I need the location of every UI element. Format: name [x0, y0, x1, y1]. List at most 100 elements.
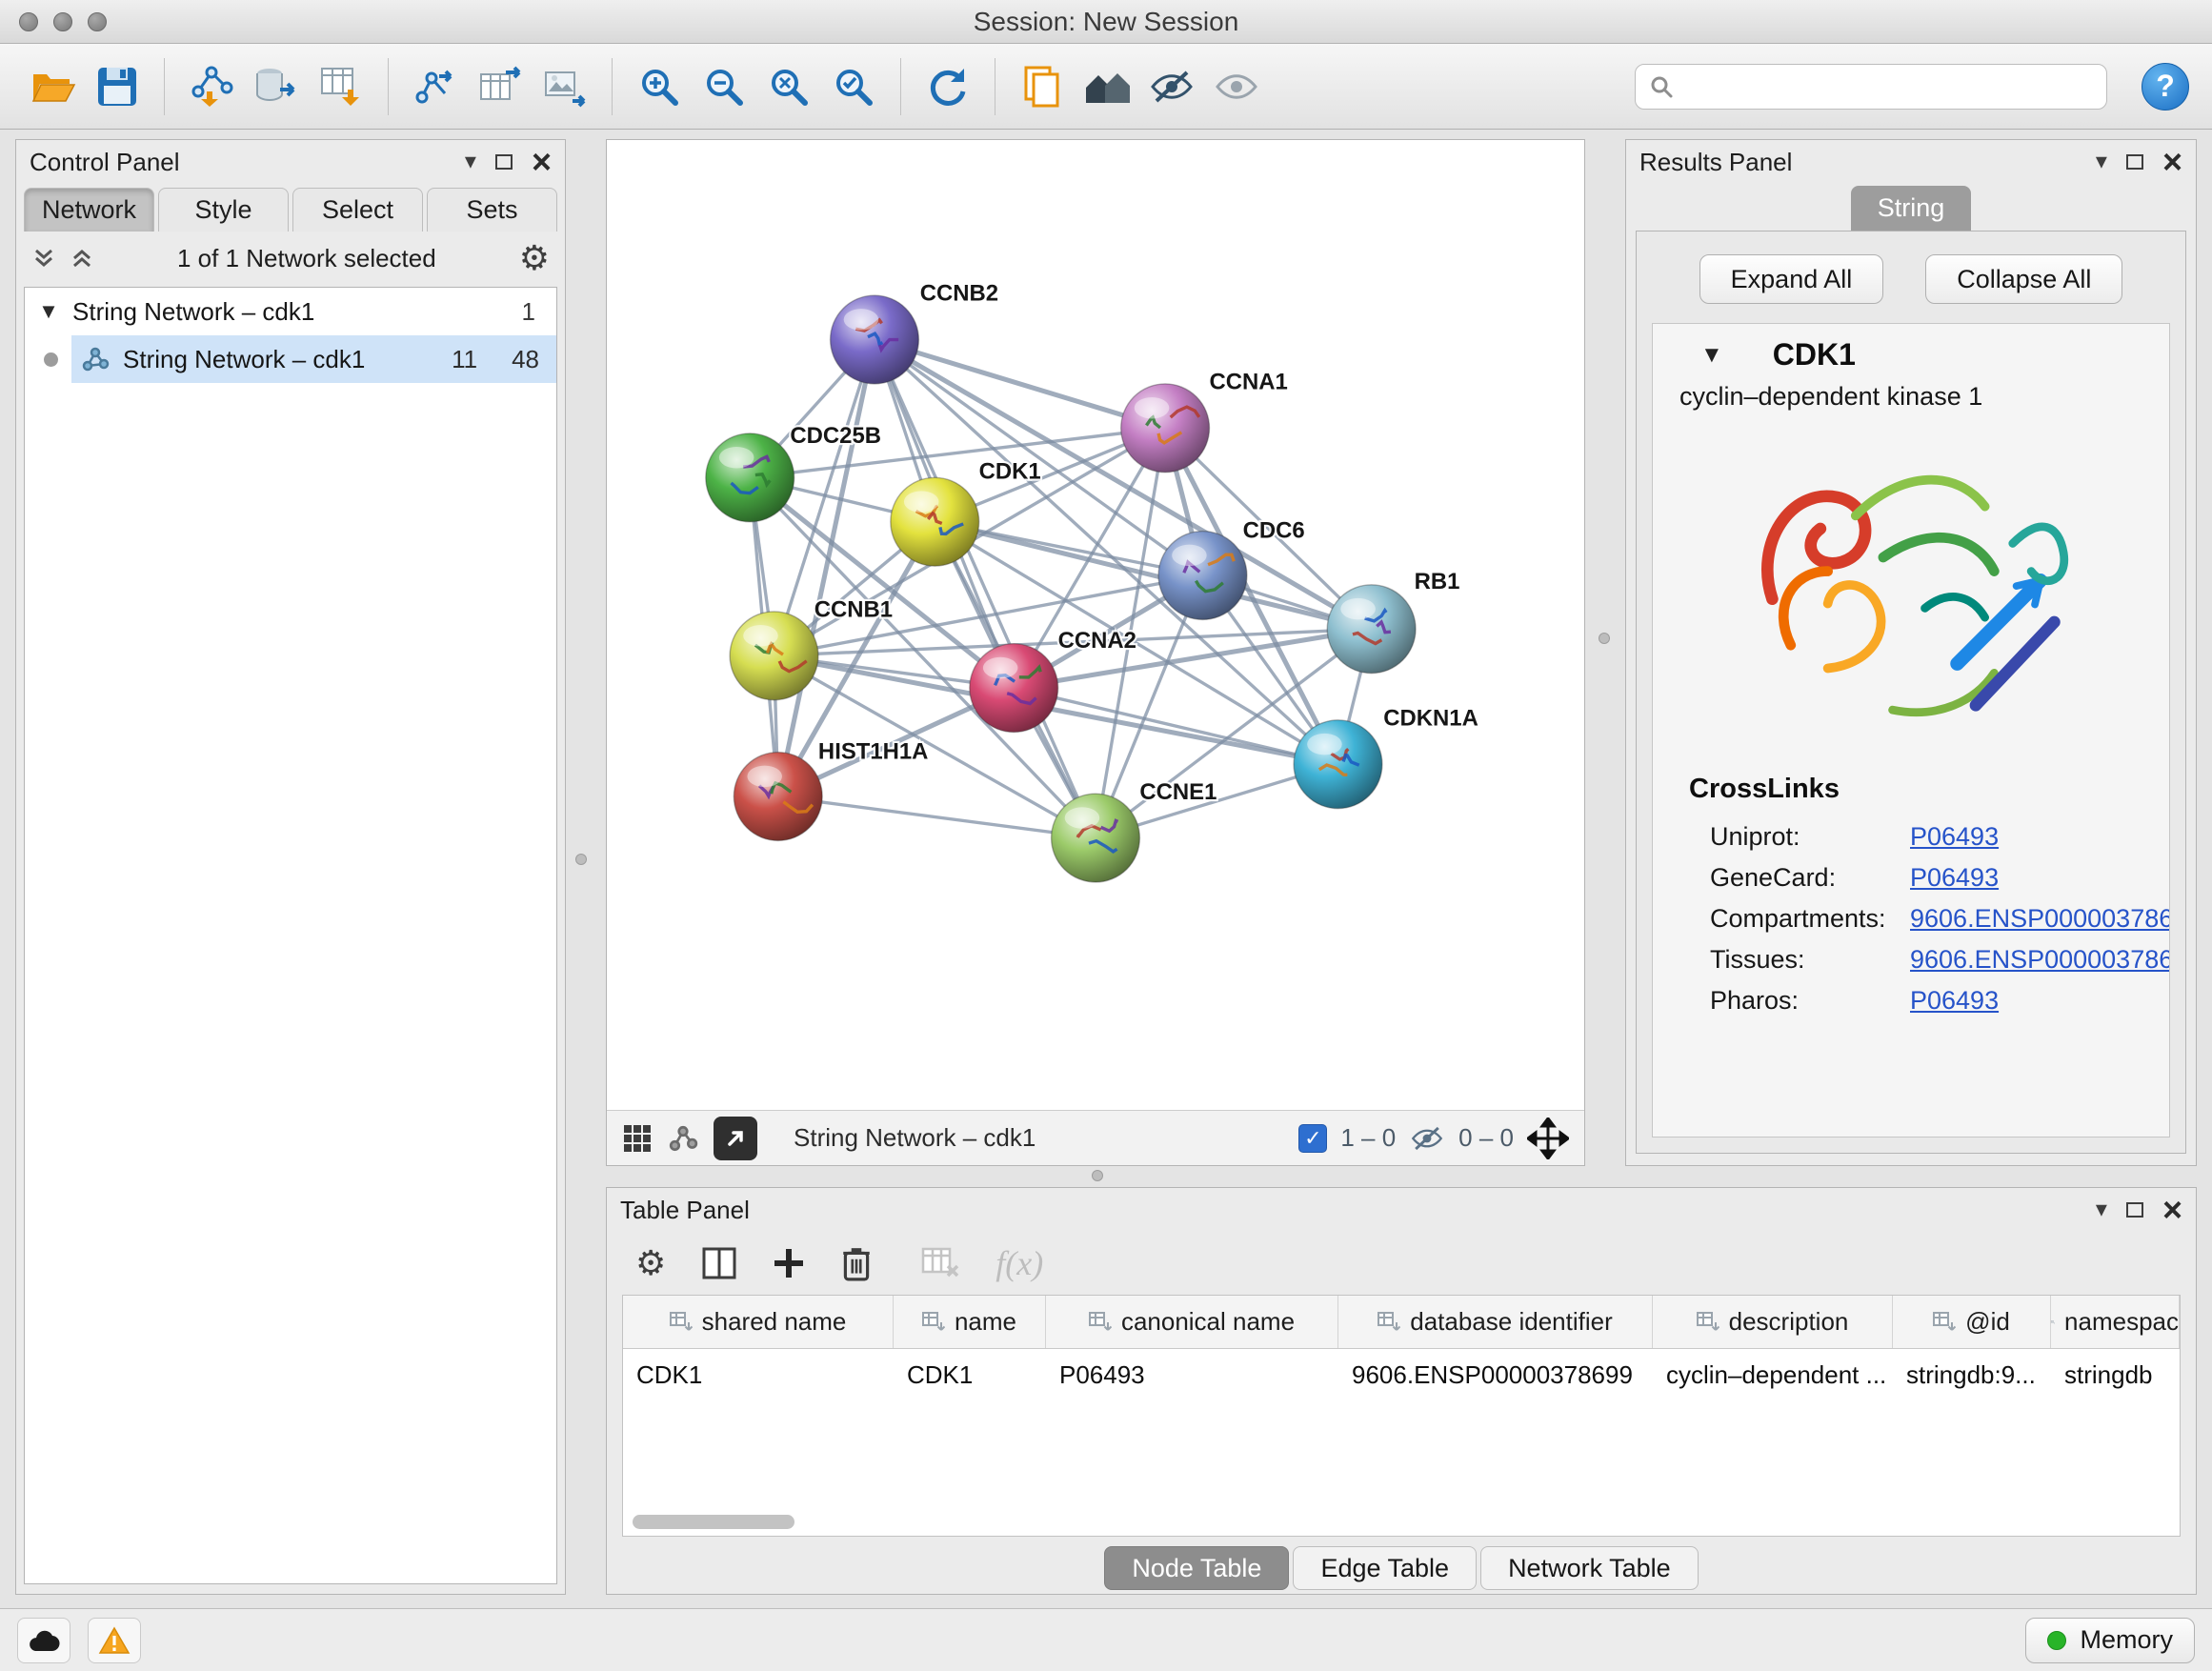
network-node-CCNA1[interactable]: CCNA1 — [1121, 370, 1288, 473]
cell-shared-name[interactable]: CDK1 — [623, 1349, 894, 1400]
panel-float-icon[interactable] — [2126, 154, 2143, 170]
crosslink-tissues-link[interactable]: 9606.ENSP00000378699 — [1910, 945, 2170, 975]
home-icon — [1082, 67, 1132, 107]
export-network-button[interactable] — [406, 55, 465, 118]
pan-crosshair-icon[interactable] — [1527, 1117, 1569, 1159]
column-header[interactable]: database identifier — [1338, 1296, 1653, 1348]
export-image-button[interactable] — [535, 55, 594, 118]
crosslink-pharos-link[interactable]: P06493 — [1910, 986, 1999, 1016]
import-table-button[interactable] — [312, 55, 371, 118]
panel-float-icon[interactable] — [2126, 1202, 2143, 1218]
cell-namespace[interactable]: stringdb — [2051, 1349, 2180, 1400]
splitter-handle[interactable] — [1092, 1170, 1103, 1181]
memory-button[interactable]: Memory — [2025, 1618, 2195, 1663]
cell-id[interactable]: stringdb:9... — [1893, 1349, 2051, 1400]
expand-all-icon[interactable] — [70, 246, 94, 271]
share-network-icon[interactable] — [668, 1123, 698, 1154]
collapse-caret-icon[interactable]: ▼ — [1700, 342, 1723, 369]
apply-layout-button[interactable] — [918, 55, 977, 118]
cell-canonical-name[interactable]: P06493 — [1046, 1349, 1338, 1400]
network-node-CDC6[interactable]: CDC6 — [1158, 518, 1305, 620]
tab-string[interactable]: String — [1851, 186, 1972, 231]
hidden-eye-icon[interactable] — [1409, 1125, 1445, 1152]
tab-node-table[interactable]: Node Table — [1104, 1546, 1289, 1590]
cloud-button[interactable] — [17, 1618, 70, 1663]
zoom-fit-button[interactable] — [759, 55, 818, 118]
save-session-button[interactable] — [88, 55, 147, 118]
column-sort-icon — [922, 1312, 945, 1333]
horizontal-scrollbar[interactable] — [633, 1515, 794, 1529]
collapse-caret-icon[interactable]: ▼ — [25, 299, 72, 324]
home-button[interactable] — [1077, 55, 1136, 118]
crosslink-genecard-link[interactable]: P06493 — [1910, 863, 1999, 893]
column-header[interactable]: canonical name — [1046, 1296, 1338, 1348]
zoom-out-button[interactable] — [694, 55, 754, 118]
show-graphics-button[interactable] — [1207, 55, 1266, 118]
network-node-HIST1H1A[interactable]: HIST1H1A — [734, 739, 928, 841]
open-session-button[interactable] — [23, 55, 82, 118]
import-network-file-button[interactable] — [182, 55, 241, 118]
gear-icon[interactable]: ⚙ — [519, 241, 550, 275]
panel-menu-icon[interactable]: ▾ — [465, 151, 476, 173]
close-window-button[interactable] — [19, 12, 38, 31]
network-canvas[interactable]: CCNB2CCNA1CDC25BCDK1CDC6RB1CCNB1CCNA2CDK… — [607, 140, 1584, 1110]
open-in-new-button[interactable] — [714, 1117, 757, 1160]
birdseye-grid-icon[interactable] — [622, 1123, 653, 1154]
delete-column-trash-icon[interactable] — [841, 1245, 872, 1281]
panel-close-icon[interactable]: × — [2162, 1193, 2182, 1227]
network-node-CDC25B[interactable]: CDC25B — [706, 423, 881, 522]
network-row-selected[interactable]: String Network – cdk1 11 48 — [71, 335, 556, 383]
table-row[interactable]: CDK1 CDK1 P06493 9606.ENSP00000378699 cy… — [623, 1349, 2180, 1400]
tab-sets[interactable]: Sets — [427, 188, 557, 232]
expand-all-button[interactable]: Expand All — [1699, 254, 1884, 304]
tab-select[interactable]: Select — [292, 188, 423, 232]
column-header[interactable]: @id — [1893, 1296, 2051, 1348]
cell-description[interactable]: cyclin–dependent ... — [1653, 1349, 1893, 1400]
panel-menu-icon[interactable]: ▾ — [2096, 1198, 2107, 1221]
hide-graphics-button[interactable] — [1142, 55, 1201, 118]
table-settings-gear-icon[interactable]: ⚙ — [635, 1246, 666, 1280]
document-button[interactable] — [1013, 55, 1072, 118]
network-node-CDKN1A[interactable]: CDKN1A — [1294, 705, 1478, 808]
minimize-window-button[interactable] — [53, 12, 72, 31]
tab-network[interactable]: Network — [24, 188, 154, 232]
collapse-all-button[interactable]: Collapse All — [1925, 254, 2122, 304]
cell-name[interactable]: CDK1 — [894, 1349, 1046, 1400]
panel-menu-icon[interactable]: ▾ — [2096, 151, 2107, 173]
panel-float-icon[interactable] — [495, 154, 513, 170]
zoom-selected-button[interactable] — [824, 55, 883, 118]
panel-close-icon[interactable]: × — [532, 145, 552, 179]
tab-style[interactable]: Style — [158, 188, 289, 232]
column-header[interactable]: namespac — [2051, 1296, 2180, 1348]
tab-network-table[interactable]: Network Table — [1480, 1546, 1699, 1590]
column-header[interactable]: name — [894, 1296, 1046, 1348]
network-row[interactable]: String Network – cdk1 11 48 — [25, 335, 556, 383]
crosslink-uniprot-link[interactable]: P06493 — [1910, 822, 1999, 852]
crosslink-compartments-link[interactable]: 9606.ENSP00000378699 — [1910, 904, 2170, 934]
results-panel-header: Results Panel ▾ × — [1626, 140, 2196, 184]
panel-close-icon[interactable]: × — [2162, 145, 2182, 179]
selected-checkbox-icon[interactable]: ✓ — [1298, 1124, 1327, 1153]
export-table-button[interactable] — [471, 55, 530, 118]
show-columns-icon[interactable] — [702, 1247, 736, 1279]
splitter-handle[interactable] — [1599, 633, 1610, 644]
tab-edge-table[interactable]: Edge Table — [1293, 1546, 1477, 1590]
collapse-all-icon[interactable] — [31, 246, 56, 271]
cell-database-identifier[interactable]: 9606.ENSP00000378699 — [1338, 1349, 1653, 1400]
network-node-CCNB1[interactable]: CCNB1 — [730, 597, 893, 700]
column-sort-icon — [1377, 1312, 1400, 1333]
column-header[interactable]: description — [1653, 1296, 1893, 1348]
zoom-window-button[interactable] — [88, 12, 107, 31]
warning-button[interactable] — [88, 1618, 141, 1663]
import-network-database-button[interactable] — [247, 55, 306, 118]
network-collection-row[interactable]: ▼ String Network – cdk1 1 — [25, 288, 556, 335]
toolbar-search[interactable] — [1635, 64, 2107, 110]
column-header[interactable]: shared name — [623, 1296, 894, 1348]
help-button[interactable]: ? — [2142, 63, 2189, 111]
zoom-in-button[interactable] — [630, 55, 689, 118]
search-input[interactable] — [1683, 71, 2093, 101]
add-column-icon[interactable] — [773, 1247, 805, 1279]
node-label-CCNB2: CCNB2 — [920, 281, 998, 307]
splitter-handle[interactable] — [575, 854, 587, 865]
network-node-RB1[interactable]: RB1 — [1327, 569, 1459, 674]
